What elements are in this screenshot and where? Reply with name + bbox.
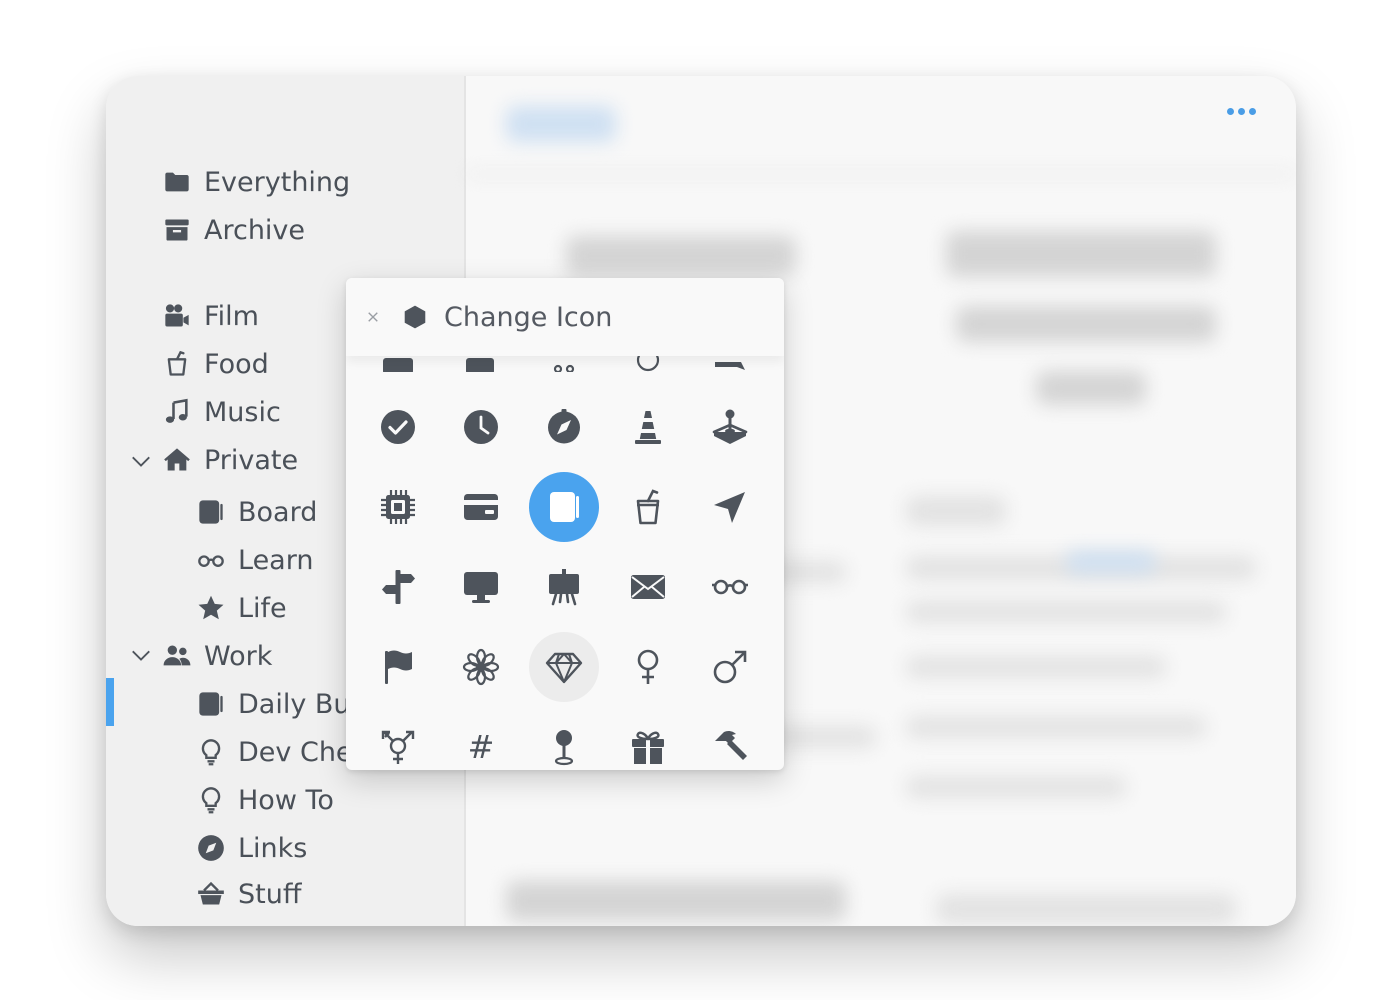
clock-icon[interactable] [446, 392, 516, 462]
more-options-icon[interactable] [1227, 108, 1256, 115]
sidebar-item-label: Music [204, 396, 281, 428]
sidebar-item-dev-chea[interactable]: Dev Chea [196, 732, 369, 772]
active-indicator [106, 678, 114, 726]
cup-icon[interactable] [613, 472, 683, 542]
blurred-block [906, 601, 1226, 623]
sidebar-item-work[interactable]: Work [162, 636, 272, 676]
lightbulb-icon [196, 737, 226, 767]
blurred-block [936, 894, 1236, 924]
blurred-block [506, 106, 616, 142]
blurred-block [906, 496, 1006, 526]
notebook-icon[interactable] [529, 472, 599, 542]
blurred-block [906, 776, 1126, 798]
blurred-block [1036, 371, 1146, 405]
sidebar-item-how-to[interactable]: How To [196, 780, 334, 820]
users-icon [162, 641, 192, 671]
credit-card-icon[interactable] [446, 472, 516, 542]
sidebar-item-private[interactable]: Private [162, 440, 298, 480]
joystick-icon[interactable] [695, 392, 765, 462]
blurred-block [906, 716, 1206, 738]
star-icon [196, 593, 226, 623]
location-arrow-icon[interactable] [695, 472, 765, 542]
cpu-chip-icon[interactable] [363, 472, 433, 542]
check-circle-icon[interactable] [363, 392, 433, 462]
close-icon[interactable] [366, 310, 380, 324]
blurred-block [956, 306, 1216, 342]
blurred-block [946, 231, 1216, 277]
sidebar-item-label: Film [204, 300, 259, 332]
sidebar-item-life[interactable]: Life [196, 588, 287, 628]
hashtag-icon[interactable]: # [446, 712, 516, 770]
sidebar-item-label: Board [238, 496, 318, 528]
sidebar-item-label: Private [204, 444, 299, 476]
music-note-icon [162, 397, 192, 427]
video-camera-icon [162, 301, 192, 331]
envelope-icon[interactable] [613, 552, 683, 622]
easel-icon[interactable] [529, 552, 599, 622]
hammer-icon[interactable] [695, 712, 765, 770]
lightbulb-icon [196, 785, 226, 815]
home-icon [162, 445, 192, 475]
notebook-icon [196, 689, 226, 719]
compass-icon[interactable] [529, 392, 599, 462]
cup-icon [162, 349, 192, 379]
sidebar-item-learn[interactable]: Learn [196, 540, 313, 580]
sidebar-item-label: Links [238, 832, 308, 864]
hexagon-icon [404, 305, 426, 329]
sidebar-item-label: Work [204, 640, 273, 672]
sidebar-item-food[interactable]: Food [162, 344, 269, 384]
monitor-icon[interactable] [446, 552, 516, 622]
sidebar-item-music[interactable]: Music [162, 392, 281, 432]
blurred-block [1066, 551, 1156, 573]
blurred-block [566, 236, 796, 276]
sidebar-item-label: Life [238, 592, 287, 624]
sidebar-item-label: Stuff [238, 878, 302, 910]
sidebar-item-label: Learn [238, 544, 314, 576]
sidebar-item-film[interactable]: Film [162, 296, 259, 336]
chevron-down-icon[interactable] [130, 450, 152, 472]
mars-icon[interactable] [695, 632, 765, 702]
flower-icon[interactable] [446, 632, 516, 702]
hashtag-glyph: # [467, 728, 495, 766]
diamond-icon[interactable] [529, 632, 599, 702]
gift-icon[interactable] [613, 712, 683, 770]
sidebar-item-label: Archive [204, 214, 306, 246]
sidebar-item-archive[interactable]: Archive [162, 210, 305, 250]
sidebar-item-daily-bus[interactable]: Daily Bus [196, 684, 365, 724]
sidebar-item-board[interactable]: Board [196, 492, 317, 532]
compass-icon [196, 833, 226, 863]
notebook-icon [196, 497, 226, 527]
sidebar-item-links[interactable]: Links [196, 828, 307, 868]
signpost-icon[interactable] [363, 552, 433, 622]
folder-icon [162, 167, 192, 197]
map-pin-icon[interactable] [529, 712, 599, 770]
popover-header: Change Icon [346, 278, 784, 356]
glasses-icon[interactable] [695, 552, 765, 622]
sidebar-item-label: Everything [204, 166, 351, 198]
sidebar-item-stuff[interactable]: Stuff [196, 874, 301, 914]
archive-icon [162, 215, 192, 245]
basket-icon [196, 879, 226, 909]
transgender-icon[interactable] [363, 712, 433, 770]
sidebar-item-label: Food [204, 348, 269, 380]
glasses-icon [196, 545, 226, 575]
chevron-down-icon[interactable] [130, 644, 152, 666]
sidebar-item-label: How To [238, 784, 334, 816]
flag-icon[interactable] [363, 632, 433, 702]
venus-icon[interactable] [613, 632, 683, 702]
traffic-cone-icon[interactable] [613, 392, 683, 462]
blurred-block [506, 881, 846, 921]
blurred-block [466, 172, 1296, 176]
popover-title: Change Icon [444, 301, 613, 333]
blurred-block [906, 656, 1166, 678]
sidebar-item-everything[interactable]: Everything [162, 162, 350, 202]
change-icon-popover: Change Icon # [346, 278, 784, 770]
